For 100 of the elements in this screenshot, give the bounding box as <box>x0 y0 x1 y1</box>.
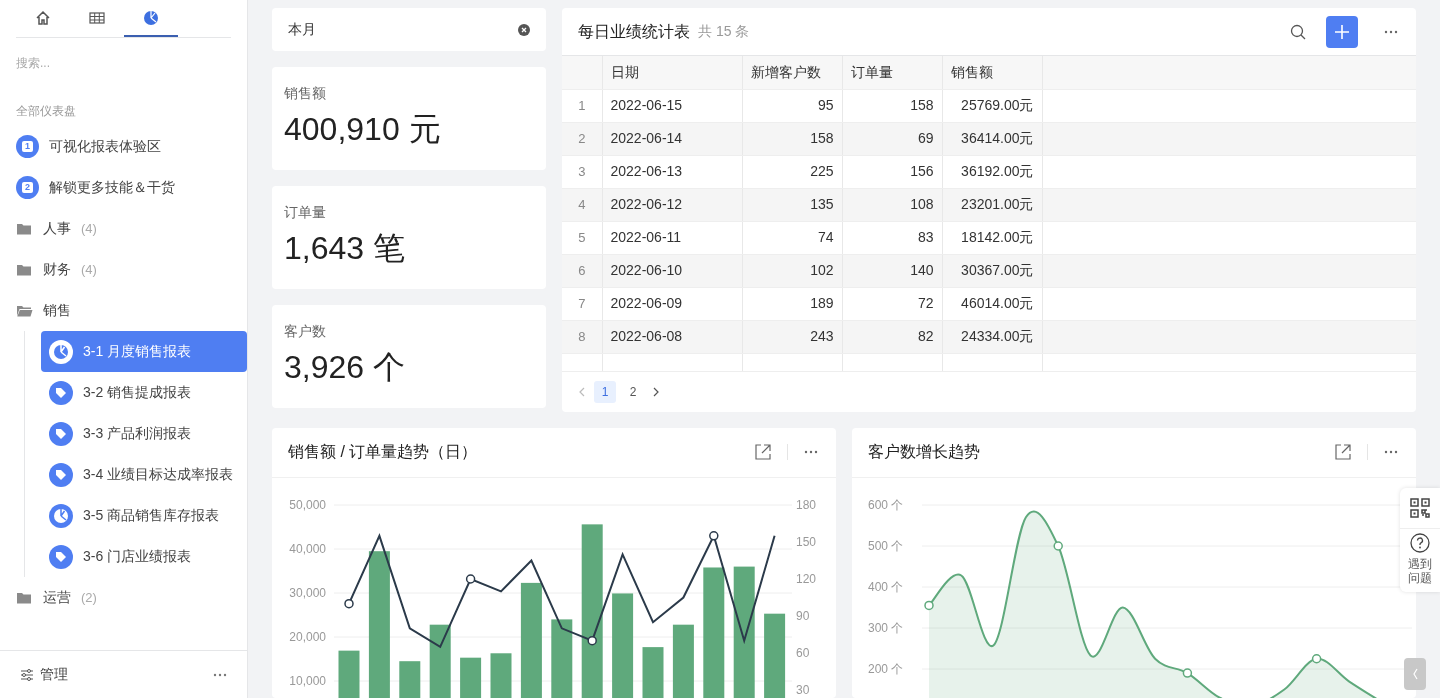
sidebar-item[interactable]: 3-1 月度销售报表 <box>41 331 247 372</box>
expand-button[interactable] <box>753 442 773 462</box>
axis-label: 150 <box>796 534 817 549</box>
add-button[interactable] <box>1326 15 1358 48</box>
help-button[interactable]: 遇到问题 <box>1408 529 1432 592</box>
axis-label: 180 <box>796 497 817 512</box>
table-cell: 95 <box>742 89 842 122</box>
row-number: 3 <box>562 155 602 188</box>
expand-button[interactable] <box>1333 442 1353 462</box>
sidebar-item[interactable]: 人事 (4) <box>0 208 247 249</box>
sidebar-item[interactable]: 销售 <box>0 290 247 331</box>
axis-label: 600 个 <box>868 497 904 512</box>
column-header: 销售额 <box>942 56 1042 89</box>
number-badge: 2 <box>16 176 39 199</box>
table-title: 每日业绩统计表 <box>578 21 690 42</box>
sidebar-item[interactable]: 1 可视化报表体验区 <box>0 126 247 167</box>
bar <box>399 660 421 698</box>
stat-label: 客户数 <box>284 322 327 341</box>
qr-code-icon <box>1410 498 1430 518</box>
chevron-right-icon <box>652 386 660 397</box>
row-number: 7 <box>562 287 602 320</box>
table-cell: 2022-06-08 <box>602 320 742 353</box>
pie-chart-icon <box>49 339 73 364</box>
table-cell: 189 <box>742 287 842 320</box>
axis-label: 40,000 <box>289 541 326 556</box>
record-count: 共 15 条 <box>698 22 750 41</box>
chart-title: 客户数增长趋势 <box>868 442 980 462</box>
stat-value: 400,910 元 <box>284 110 442 149</box>
sidebar-item[interactable]: 财务 (4) <box>0 249 247 290</box>
column-header: 订单量 <box>842 56 942 89</box>
column-header: 日期 <box>602 56 742 89</box>
chevron-left-icon <box>578 386 586 397</box>
external-link-icon <box>755 444 771 460</box>
point <box>465 573 476 584</box>
table-cell: 69 <box>842 122 942 155</box>
sidebar-item[interactable]: 3-3 产品利润报表 <box>41 413 247 454</box>
table-cell: 156 <box>842 155 942 188</box>
table-cell: 72 <box>842 287 942 320</box>
date-filter-field[interactable]: 本月 <box>272 8 546 51</box>
manage-button[interactable]: 管理 <box>18 662 70 687</box>
more-icon <box>1384 450 1398 454</box>
axis-label: 50,000 <box>289 497 326 512</box>
table-cell: 25769.00元 <box>942 89 1042 122</box>
axis-label: 90 <box>796 608 810 623</box>
plus-icon <box>1335 24 1349 39</box>
page-button[interactable]: 2 <box>622 380 644 403</box>
sidebar-item[interactable]: 3-6 门店业绩报表 <box>41 536 247 577</box>
axis-label: 500 个 <box>868 538 904 553</box>
sidebar-item[interactable]: 2 解锁更多技能＆干货 <box>0 167 247 208</box>
point <box>1053 540 1063 551</box>
row-number: 8 <box>562 320 602 353</box>
table-cell: 243 <box>742 320 842 353</box>
item-count: (4) <box>81 219 97 238</box>
sidebar-item[interactable]: 3-4 业绩目标达成率报表 <box>41 454 247 495</box>
table-cell: 2022-06-11 <box>602 221 742 254</box>
point <box>344 598 354 608</box>
question-icon <box>1410 533 1430 553</box>
tag-icon <box>49 421 73 446</box>
axis-label: 30,000 <box>289 585 326 600</box>
more-icon <box>213 672 227 677</box>
bar <box>490 652 512 698</box>
table-cell: 2022-06-15 <box>602 89 742 122</box>
row-number: 2 <box>562 122 602 155</box>
home-icon <box>35 9 51 26</box>
stat-label: 订单量 <box>284 203 327 222</box>
table-cell: 158 <box>742 122 842 155</box>
item-count: (2) <box>81 588 97 607</box>
table-cell: 36192.00元 <box>942 155 1042 188</box>
item-count: (4) <box>81 260 97 279</box>
more-button[interactable] <box>1382 448 1400 456</box>
pie-chart-icon <box>49 503 73 528</box>
axis-label: 10,000 <box>289 673 326 688</box>
table-cell: 82 <box>842 320 942 353</box>
axis-label: 300 个 <box>868 620 904 635</box>
bar <box>642 646 664 698</box>
sidebar-item[interactable]: 3-5 商品销售库存报表 <box>41 495 247 536</box>
axis-label: 20,000 <box>289 629 326 644</box>
column-header: 新增客户数 <box>742 56 842 89</box>
bar <box>460 657 482 698</box>
table-cell: 2022-06-09 <box>602 287 742 320</box>
table-cell: 30367.00元 <box>942 254 1042 287</box>
search-icon <box>1290 23 1306 40</box>
table-cell: 83 <box>842 221 942 254</box>
row-number: 1 <box>562 89 602 122</box>
chevron-left-icon <box>1411 668 1419 680</box>
sidebar-item[interactable]: 3-2 销售提成报表 <box>41 372 247 413</box>
tag-icon <box>49 544 73 569</box>
sliders-icon <box>20 667 34 682</box>
point <box>1182 667 1193 678</box>
table-icon <box>89 9 105 26</box>
page-button[interactable]: 1 <box>594 380 616 403</box>
more-icon <box>804 450 818 454</box>
table-cell: 18142.00元 <box>942 221 1042 254</box>
stat-label: 销售额 <box>284 84 327 103</box>
axis-label: 120 <box>796 571 817 586</box>
more-button[interactable] <box>802 448 820 456</box>
table-cell: 225 <box>742 155 842 188</box>
sidebar-item[interactable]: 运营 (2) <box>0 577 247 618</box>
point <box>587 635 597 645</box>
stat-value: 3,926 个 <box>284 348 406 387</box>
